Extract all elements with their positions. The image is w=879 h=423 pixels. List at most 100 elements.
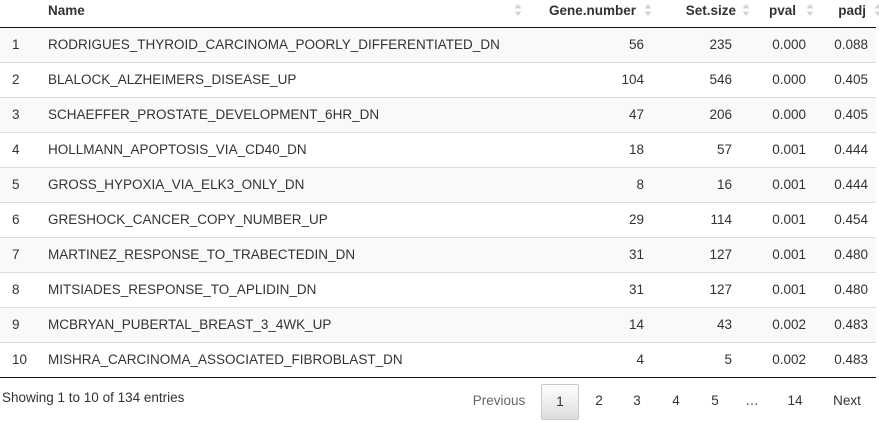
row-index: 2 (0, 62, 48, 98)
row-index: 4 (0, 132, 48, 168)
row-pval: 0.001 (756, 237, 816, 273)
row-set-size: 114 (656, 202, 756, 238)
sort-both-icon[interactable] (806, 3, 814, 17)
table-row: 7 MARTINEZ_RESPONSE_TO_TRABECTEDIN_DN 31 12… (0, 237, 876, 273)
column-header-index (0, 0, 48, 28)
row-name: MCBRYAN_PUBERTAL_BREAST_3_4WK_UP (48, 307, 532, 343)
row-pval: 0.001 (756, 202, 816, 238)
row-index: 9 (0, 307, 48, 343)
row-set-size: 235 (709, 37, 732, 52)
row-index: 1 (12, 37, 20, 52)
row-set-size: 43 (656, 307, 756, 343)
row-name: MARTINEZ_RESPONSE_TO_TRABECTEDIN_DN (48, 237, 532, 273)
row-set-size: 206 (656, 97, 756, 133)
row-index: 8 (0, 272, 48, 308)
sort-both-icon[interactable] (874, 3, 879, 17)
row-name: RODRIGUES_THYROID_CARCINOMA_POORLY_DIFFE… (48, 37, 500, 52)
datatable-widget: Name Gene.number Set.size pval padj 1 RO… (0, 0, 879, 423)
row-set-size: 57 (656, 132, 756, 168)
column-header-label: Name (48, 3, 85, 18)
row-padj: 0.480 (816, 272, 876, 308)
column-header-pval[interactable]: pval (756, 0, 816, 28)
page-button-1[interactable]: 1 (541, 384, 579, 420)
previous-page-button[interactable]: Previous (461, 384, 537, 418)
row-padj: 0.444 (816, 132, 876, 168)
sort-both-icon[interactable] (514, 3, 522, 17)
column-header-label: Set.size (685, 3, 736, 18)
column-header-label: padj (838, 3, 866, 18)
row-set-size: 16 (656, 167, 756, 203)
table-row: 3 SCHAEFFER_PROSTATE_DEVELOPMENT_6HR_DN 47… (0, 97, 876, 133)
column-header-set-size[interactable]: Set.size (656, 0, 756, 28)
table-info: Showing 1 to 10 of 134 entries (2, 390, 185, 405)
row-padj: 0.088 (834, 37, 868, 52)
row-gene-number: 4 (532, 342, 656, 378)
table-row: 1 RODRIGUES_THYROID_CARCINOMA_POORLY_DIFF… (0, 27, 876, 63)
table-row: 2 BLALOCK_ALZHEIMERS_DISEASE_UP 104 546 0.00… (0, 62, 876, 98)
row-padj: 0.483 (816, 342, 876, 378)
page-button-3[interactable]: 3 (621, 384, 653, 418)
row-gene-number: 31 (532, 237, 656, 273)
column-header-padj[interactable]: padj (816, 0, 879, 28)
row-pval: 0.000 (772, 37, 806, 52)
column-header-label: Gene.number (548, 3, 636, 18)
page-button-14[interactable]: 14 (778, 384, 812, 418)
row-name: MISHRA_CARCINOMA_ASSOCIATED_FIBROBLAST_D… (48, 342, 532, 378)
row-pval: 0.000 (756, 62, 816, 98)
row-pval: 0.002 (756, 307, 816, 343)
row-gene-number: 8 (532, 167, 656, 203)
column-header-label: pval (768, 3, 796, 18)
row-name: SCHAEFFER_PROSTATE_DEVELOPMENT_6HR_DN (48, 97, 532, 133)
header-row: Name Gene.number Set.size pval padj (0, 0, 879, 28)
row-pval: 0.001 (756, 167, 816, 203)
row-name: MITSIADES_RESPONSE_TO_APLIDIN_DN (48, 272, 532, 308)
row-padj: 0.483 (816, 307, 876, 343)
row-pval: 0.000 (756, 97, 816, 133)
table-body: 1 RODRIGUES_THYROID_CARCINOMA_POORLY_DIFF… (0, 27, 876, 378)
row-name: GROSS_HYPOXIA_VIA_ELK3_ONLY_DN (48, 167, 532, 203)
row-padj: 0.405 (816, 62, 876, 98)
page-button-4[interactable]: 4 (660, 384, 692, 418)
row-gene-number: 18 (532, 132, 656, 168)
sort-both-icon[interactable] (644, 3, 652, 17)
row-gene-number: 47 (532, 97, 656, 133)
page-button-2[interactable]: 2 (583, 384, 615, 418)
row-gene-number: 104 (532, 62, 656, 98)
row-padj: 0.454 (816, 202, 876, 238)
row-gene-number: 31 (532, 272, 656, 308)
row-index: 5 (0, 167, 48, 203)
sort-both-icon[interactable] (742, 3, 750, 17)
row-gene-number: 56 (628, 37, 644, 52)
row-set-size: 127 (656, 272, 756, 308)
row-name: HOLLMANN_APOPTOSIS_VIA_CD40_DN (48, 132, 532, 168)
row-pval: 0.001 (756, 132, 816, 168)
row-name: GRESHOCK_CANCER_COPY_NUMBER_UP (48, 202, 532, 238)
table-row: 10 MISHRA_CARCINOMA_ASSOCIATED_FIBROBLAST… (0, 342, 876, 378)
row-set-size: 5 (656, 342, 756, 378)
table-row: 4 HOLLMANN_APOPTOSIS_VIA_CD40_DN 18 57 0.001… (0, 132, 876, 168)
row-gene-number: 14 (532, 307, 656, 343)
table-row: 8 MITSIADES_RESPONSE_TO_APLIDIN_DN 31 127 0.… (0, 272, 876, 308)
table-row: 9 MCBRYAN_PUBERTAL_BREAST_3_4WK_UP 14 43 0.0… (0, 307, 876, 343)
row-name: BLALOCK_ALZHEIMERS_DISEASE_UP (48, 62, 532, 98)
column-header-gene-number[interactable]: Gene.number (532, 0, 656, 28)
results-table: Name Gene.number Set.size pval padj 1 RO… (0, 0, 879, 378)
row-set-size: 127 (656, 237, 756, 273)
row-index: 7 (0, 237, 48, 273)
column-header-name[interactable]: Name (48, 0, 532, 28)
row-index: 10 (0, 342, 48, 378)
row-index: 3 (0, 97, 48, 133)
row-index: 6 (0, 202, 48, 238)
page-ellipsis: … (745, 393, 759, 408)
row-set-size: 546 (656, 62, 756, 98)
row-padj: 0.480 (816, 237, 876, 273)
row-pval: 0.001 (756, 272, 816, 308)
next-page-button[interactable]: Next (823, 384, 871, 418)
table-row: 6 GRESHOCK_CANCER_COPY_NUMBER_UP 29 114 0.00… (0, 202, 876, 238)
row-gene-number: 29 (532, 202, 656, 238)
page-button-5[interactable]: 5 (699, 384, 731, 418)
row-pval: 0.002 (756, 342, 816, 378)
row-padj: 0.444 (816, 167, 876, 203)
table-row: 5 GROSS_HYPOXIA_VIA_ELK3_ONLY_DN 8 16 0.001 0… (0, 167, 876, 203)
table-footer: Showing 1 to 10 of 134 entries Previous … (0, 382, 879, 423)
